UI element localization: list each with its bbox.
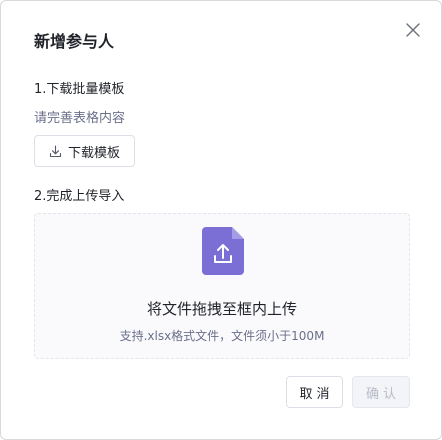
- step1-hint: 请完善表格内容: [34, 111, 126, 126]
- download-template-button[interactable]: 下载模板: [34, 135, 135, 167]
- confirm-button[interactable]: 确认: [352, 376, 410, 408]
- upload-file-icon: [202, 227, 244, 275]
- step1-label: 1.下载批量模板: [34, 82, 125, 97]
- upload-dropzone[interactable]: 将文件拖拽至框内上传 支持.xlsx格式文件，文件须小于100M: [34, 213, 410, 359]
- dialog-title: 新增参与人: [34, 32, 115, 51]
- add-participant-dialog: 新增参与人 1.下载批量模板 请完善表格内容 下载模板 2.完成上传导入 将文件…: [0, 0, 442, 440]
- close-icon: [406, 23, 420, 37]
- dropzone-title: 将文件拖拽至框内上传: [146, 300, 297, 318]
- download-icon: [49, 144, 62, 158]
- download-template-label: 下载模板: [67, 145, 120, 161]
- dropzone-subtitle: 支持.xlsx格式文件，文件须小于100M: [119, 329, 325, 343]
- close-button[interactable]: [401, 18, 425, 42]
- step2-label: 2.完成上传导入: [34, 189, 125, 204]
- cancel-button[interactable]: 取消: [286, 376, 343, 408]
